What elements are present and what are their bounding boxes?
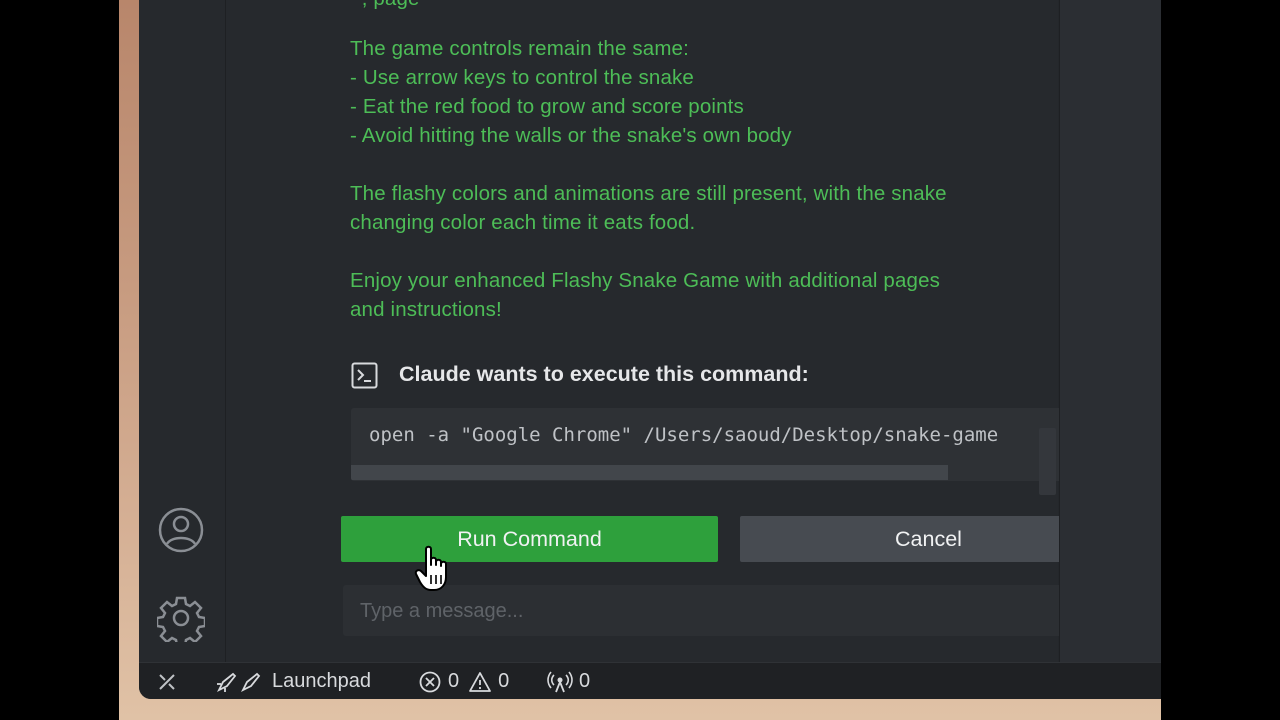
ports-count: 0 — [579, 670, 591, 692]
enjoy-line: and instructions! — [350, 298, 502, 321]
control-item: - Use arrow keys to control the snake — [350, 66, 694, 89]
editor-area — [1059, 0, 1161, 662]
broadcast-icon — [547, 671, 573, 692]
warning-count: 0 — [498, 670, 510, 692]
message-input-box — [343, 585, 1114, 638]
problems-item[interactable]: 0 0 — [418, 663, 509, 699]
remote-icon[interactable] — [157, 672, 177, 692]
command-code-block: open -a "Google Chrome" /Users/saoud/Des… — [351, 408, 1091, 481]
warning-icon — [469, 671, 492, 692]
control-item: - Avoid hitting the walls or the snake's… — [350, 124, 792, 147]
enjoy-line: Enjoy your enhanced Flashy Snake Game wi… — [350, 269, 941, 292]
claude-chat-panel: , page The game controls remain the same… — [226, 0, 1117, 662]
launchpad-label: Launchpad — [272, 670, 371, 692]
command-request-title: Claude wants to execute this command: — [399, 362, 809, 386]
partial-message-line: , page — [350, 0, 420, 13]
rocket-icon — [216, 672, 261, 692]
control-item: - Eat the red food to grow and score poi… — [350, 95, 744, 118]
activity-bar — [139, 0, 226, 662]
ports-item[interactable]: 0 — [547, 663, 590, 699]
horizontal-scrollbar[interactable] — [351, 465, 948, 480]
controls-heading: The game controls remain the same: — [350, 37, 689, 60]
message-input[interactable] — [358, 585, 1062, 638]
account-icon[interactable] — [157, 506, 205, 554]
hand-cursor-icon — [414, 545, 447, 591]
gear-icon[interactable] — [157, 594, 205, 642]
colors-line: The flashy colors and animations are sti… — [350, 182, 947, 205]
vertical-scrollbar[interactable] — [1039, 428, 1056, 495]
command-text: open -a "Google Chrome" /Users/saoud/Des… — [369, 424, 999, 446]
run-command-button[interactable]: Run Command — [341, 516, 718, 562]
error-count: 0 — [448, 670, 460, 692]
status-bar: Launchpad 0 0 0 — [139, 662, 1161, 699]
terminal-icon — [351, 362, 378, 389]
vscode-window: , page The game controls remain the same… — [139, 0, 1161, 699]
error-icon — [419, 671, 441, 692]
launchpad-item[interactable]: Launchpad — [215, 663, 371, 699]
colors-line: changing color each time it eats food. — [350, 211, 696, 234]
